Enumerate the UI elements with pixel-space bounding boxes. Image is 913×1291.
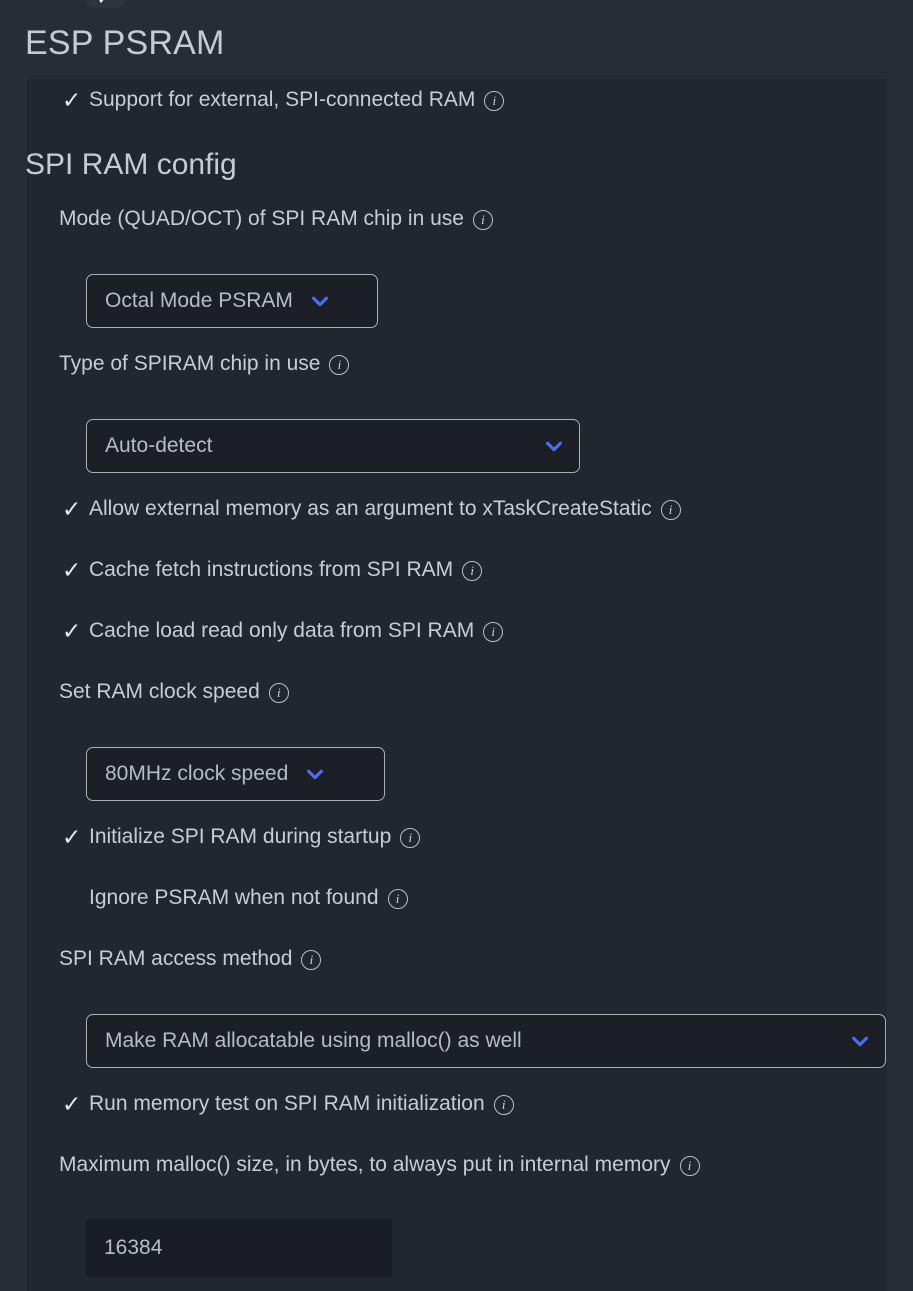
setting-label: Type of SPIRAM chip in use [59,352,321,375]
checkbox-label: Allow external memory as an argument to … [89,497,652,520]
info-icon[interactable]: i [329,355,350,375]
info-icon[interactable]: i [484,91,505,111]
dropdown-value: Make RAM allocatable using malloc() as w… [105,1029,522,1052]
checkbox-label: Run memory test on SPI RAM initializatio… [89,1092,485,1115]
info-icon-letter: i [501,1097,506,1112]
check-icon: ✓ [62,823,82,850]
section-heading-spi-ram-config: SPI RAM config [25,148,237,181]
dropdown-spiram-chip-type[interactable]: Auto-detect [86,419,580,473]
checkbox-row-cache-load-readonly[interactable]: ✓ Cache load read only data from SPI RAM… [59,617,504,644]
check-icon: ✓ [62,86,82,113]
dropdown-spi-ram-access-method[interactable]: Make RAM allocatable using malloc() as w… [86,1014,886,1068]
info-icon[interactable]: i [462,561,483,581]
info-icon[interactable]: i [400,828,421,848]
check-icon: ✓ [62,556,82,583]
info-icon[interactable]: i [268,683,289,703]
info-icon[interactable]: i [679,1156,700,1176]
setting-label: Mode (QUAD/OCT) of SPI RAM chip in use [59,207,464,230]
checkbox-label: Ignore PSRAM when not found [89,886,379,909]
dropdown-value: Octal Mode PSRAM [105,289,293,312]
setting-label: SPI RAM access method [59,947,293,970]
chevron-down-icon [852,1036,868,1047]
checkbox-row-cache-fetch-instructions[interactable]: ✓ Cache fetch instructions from SPI RAM … [59,556,483,583]
checkbox-row-initialize-spi-ram[interactable]: ✓ Initialize SPI RAM during startup i [59,823,421,850]
chevron-down-icon [311,296,328,307]
checkbox-label: Cache fetch instructions from SPI RAM [89,558,454,581]
info-icon[interactable]: i [387,889,408,909]
page-title: ESP PSRAM [25,24,225,62]
chevron-down-icon [546,441,562,452]
info-icon-letter: i [395,891,400,906]
info-icon[interactable]: i [472,210,493,230]
info-icon[interactable]: i [493,1095,514,1115]
check-icon: ✓ [97,0,111,8]
dropdown-spi-ram-mode[interactable]: Octal Mode PSRAM [86,274,378,328]
checkbox-row-run-memory-test[interactable]: ✓ Run memory test on SPI RAM initializat… [59,1092,514,1116]
info-icon[interactable]: i [660,500,681,520]
info-icon-letter: i [668,502,673,517]
info-icon-letter: i [276,685,281,700]
label-row-mode: Mode (QUAD/OCT) of SPI RAM chip in use i [59,207,493,231]
check-icon: ✓ [62,495,82,522]
info-icon-letter: i [492,93,497,108]
label-row-access-method: SPI RAM access method i [59,947,322,971]
info-icon-letter: i [337,357,342,372]
info-icon[interactable]: i [301,950,322,970]
info-icon[interactable]: i [483,622,504,642]
checkbox-label: Initialize SPI RAM during startup [89,825,392,848]
checkbox-row-ignore-psram[interactable]: Ignore PSRAM when not found i [59,886,408,910]
checkbox-label: Cache load read only data from SPI RAM [89,619,475,642]
info-icon-letter: i [687,1158,692,1173]
info-icon-letter: i [481,212,485,227]
label-row-spiram-type: Type of SPIRAM chip in use i [59,352,350,376]
info-icon-letter: i [491,624,496,639]
checkbox-row-support-external-ram[interactable]: ✓ Support for external, SPI-connected RA… [59,86,505,113]
info-icon-letter: i [309,952,314,967]
input-value: 16384 [104,1236,163,1259]
label-row-max-malloc-size: Maximum malloc() size, in bytes, to alwa… [59,1153,700,1177]
label-row-ram-clock-speed: Set RAM clock speed i [59,680,289,704]
setting-label: Maximum malloc() size, in bytes, to alwa… [59,1153,671,1176]
checkbox-row-allow-external-memory[interactable]: ✓ Allow external memory as an argument t… [59,497,681,521]
dropdown-value: 80MHz clock speed [105,762,289,785]
dropdown-value: Auto-detect [105,434,213,457]
check-icon: ✓ [62,617,82,644]
setting-label: Set RAM clock speed [59,680,260,703]
input-max-malloc-size[interactable]: 16384 [86,1219,392,1277]
chevron-down-icon [307,769,324,780]
dropdown-ram-clock-speed[interactable]: 80MHz clock speed [86,747,385,801]
info-icon-letter: i [408,830,413,845]
clipped-checkbox-control[interactable]: ✓ [86,0,124,8]
checkbox-label: Support for external, SPI-connected RAM [89,88,476,111]
info-icon-letter: i [470,563,474,578]
check-icon: ✓ [62,1090,82,1117]
